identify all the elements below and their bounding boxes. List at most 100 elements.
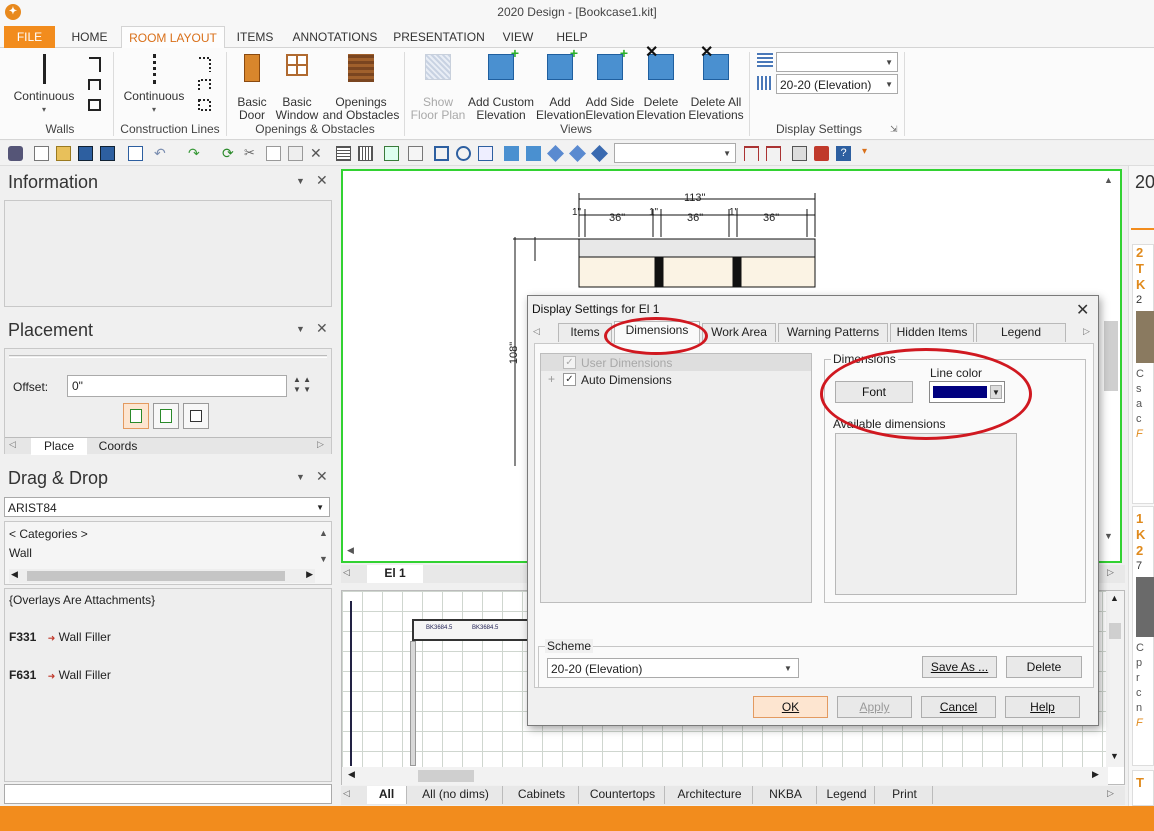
offset-spinner[interactable]: ▲ ▲ ▼ ▼ xyxy=(293,375,311,395)
side-elevation-icon[interactable] xyxy=(526,146,541,161)
place-before-button[interactable] xyxy=(123,403,149,429)
tab-scroll-right-icon[interactable]: ▷ xyxy=(1107,788,1114,799)
news-card[interactable]: 1K2 7 CprcnF xyxy=(1132,506,1154,766)
copy-icon[interactable] xyxy=(266,146,281,161)
save-as-button[interactable]: Save As ... xyxy=(922,656,997,678)
openings-obstacles-button[interactable]: Openings and Obstacles xyxy=(322,54,400,122)
tab-cabinets[interactable]: Cabinets xyxy=(505,786,579,804)
scroll-up-icon[interactable]: ▲ xyxy=(1104,175,1113,185)
tab-place[interactable]: Place xyxy=(31,438,87,455)
tree-item-user-dimensions[interactable]: ✓ User Dimensions xyxy=(541,354,811,371)
delete-button[interactable]: Delete xyxy=(1006,656,1082,678)
undo-icon[interactable]: ↶ xyxy=(154,146,169,161)
tab-room-layout[interactable]: ROOM LAYOUT xyxy=(121,26,225,49)
tab-scroll-right-icon[interactable]: ▷ xyxy=(1107,567,1114,578)
paste-icon[interactable] xyxy=(288,146,303,161)
list-view-icon[interactable] xyxy=(336,146,351,161)
panel-close-icon[interactable]: ✕ xyxy=(316,320,328,337)
scroll-down-icon[interactable]: ▼ xyxy=(319,554,328,564)
dialog-launcher-icon[interactable]: ⇲ xyxy=(890,124,898,135)
delete-elevation-button[interactable]: ✕ Delete Elevation xyxy=(636,45,686,122)
elevation-view-icon[interactable] xyxy=(504,146,519,161)
close-icon[interactable]: ✕ xyxy=(1076,300,1089,320)
list-item[interactable]: F331 ➜ Wall Filler xyxy=(9,630,111,644)
tab-nkba[interactable]: NKBA xyxy=(755,786,817,804)
add-custom-elevation-button[interactable]: + Add Custom Elevation xyxy=(466,46,536,122)
help-icon[interactable]: ? xyxy=(836,146,851,161)
lock-icon[interactable] xyxy=(8,146,23,161)
zoom-icon[interactable] xyxy=(456,146,471,161)
show-floor-plan-button[interactable]: Show Floor Plan xyxy=(410,54,466,122)
tree-item-auto-dimensions[interactable]: + ✓ Auto Dimensions xyxy=(541,371,811,388)
panel-menu-icon[interactable]: ▼ xyxy=(296,472,305,482)
tab-print[interactable]: Print xyxy=(877,786,933,804)
user-dimensions-checkbox[interactable]: ✓ xyxy=(563,356,576,369)
walls-continuous-button[interactable]: Continuous ▾ xyxy=(8,54,80,116)
render-icon[interactable] xyxy=(591,145,608,162)
copy-placement-button[interactable] xyxy=(183,403,209,429)
panel-close-icon[interactable]: ✕ xyxy=(316,468,328,485)
horizontal-scrollbar[interactable]: ◀ ▶ xyxy=(342,767,1108,785)
report-icon[interactable] xyxy=(408,146,423,161)
tab-file[interactable]: FILE xyxy=(4,26,55,48)
news-card[interactable]: 2TK 2 CsacF xyxy=(1132,244,1154,504)
add-side-elevation-button[interactable]: + Add Side Elevation xyxy=(584,46,636,122)
basic-door-button[interactable]: Basic Door xyxy=(232,54,272,122)
checklist-icon[interactable] xyxy=(128,146,143,161)
tab-work-area[interactable]: Work Area xyxy=(702,323,776,342)
display-scheme-select[interactable]: 20-20 (Elevation) ▼ xyxy=(776,74,898,94)
apply-button[interactable]: Apply xyxy=(837,696,912,718)
zoom-extents-icon[interactable] xyxy=(434,146,449,161)
drag-drop-search-input[interactable] xyxy=(4,784,332,804)
scroll-up-icon[interactable]: ▲ xyxy=(319,528,328,538)
tab-presentation[interactable]: PRESENTATION xyxy=(392,26,486,48)
delete-all-elevations-button[interactable]: ✕ Delete All Elevations xyxy=(686,45,746,122)
list-item[interactable]: F631 ➜ Wall Filler xyxy=(9,668,111,682)
save-icon[interactable] xyxy=(78,146,93,161)
scheme-select[interactable]: 20-20 (Elevation) ▼ xyxy=(547,658,799,678)
tab-scroll-right-icon[interactable]: ▷ xyxy=(317,439,324,450)
auto-dimensions-checkbox[interactable]: ✓ xyxy=(563,373,576,386)
construction-shapes-icon[interactable] xyxy=(196,54,214,114)
tab-items[interactable]: ITEMS xyxy=(230,26,280,48)
tab-scroll-left-icon[interactable]: ◁ xyxy=(9,439,16,450)
auto-dimension-icon[interactable] xyxy=(766,146,781,161)
toolbar-combo[interactable]: ▼ xyxy=(614,143,736,163)
tab-legend[interactable]: Legend xyxy=(976,323,1066,342)
category-item[interactable]: Wall xyxy=(9,546,32,560)
new-file-icon[interactable] xyxy=(34,146,49,161)
panel-menu-icon[interactable]: ▼ xyxy=(296,176,305,186)
scroll-down-icon[interactable]: ▼ xyxy=(1104,531,1113,541)
horizontal-scrollbar[interactable]: ◀ ▶ xyxy=(9,569,315,583)
vertical-scrollbar[interactable]: ▲ ▼ xyxy=(1106,591,1124,767)
tab-scroll-left-icon[interactable]: ◁ xyxy=(343,788,350,799)
tab-countertops[interactable]: Countertops xyxy=(581,786,665,804)
help-button[interactable]: Help xyxy=(1005,696,1080,718)
ok-button[interactable]: OK xyxy=(753,696,828,718)
columns-icon[interactable] xyxy=(358,146,373,161)
tab-scroll-right-icon[interactable]: ▷ xyxy=(1083,326,1090,337)
layout-icon[interactable] xyxy=(792,146,807,161)
toolbar-overflow-icon[interactable]: ▾ xyxy=(862,146,877,161)
available-dimensions-list[interactable] xyxy=(835,433,1017,595)
tab-warning-patterns[interactable]: Warning Patterns xyxy=(778,323,888,342)
basic-window-button[interactable]: Basic Window xyxy=(274,54,320,122)
tab-coords[interactable]: Coords xyxy=(89,438,147,455)
tab-scroll-left-icon[interactable]: ◁ xyxy=(533,326,540,337)
expand-icon[interactable]: + xyxy=(548,372,555,386)
scroll-left-icon[interactable]: ◀ xyxy=(347,545,354,556)
tab-all[interactable]: All xyxy=(367,786,407,804)
open-folder-icon[interactable] xyxy=(56,146,71,161)
tab-hidden-items[interactable]: Hidden Items xyxy=(890,323,974,342)
tab-elevation-1[interactable]: El 1 xyxy=(367,565,423,583)
add-elevation-button[interactable]: + Add Elevation xyxy=(536,46,585,122)
categories-header[interactable]: < Categories > xyxy=(9,527,88,541)
refresh-icon[interactable]: ⟳ xyxy=(222,146,237,161)
dimensions-tree[interactable]: ✓ User Dimensions + ✓ Auto Dimensions xyxy=(540,353,812,603)
3d-view-icon[interactable] xyxy=(569,145,586,162)
save-as-icon[interactable] xyxy=(100,146,115,161)
tab-architecture[interactable]: Architecture xyxy=(667,786,753,804)
offset-input[interactable]: 0" xyxy=(67,375,287,397)
cut-icon[interactable]: ✂ xyxy=(244,146,259,161)
wall-shapes-icon[interactable] xyxy=(86,54,104,114)
